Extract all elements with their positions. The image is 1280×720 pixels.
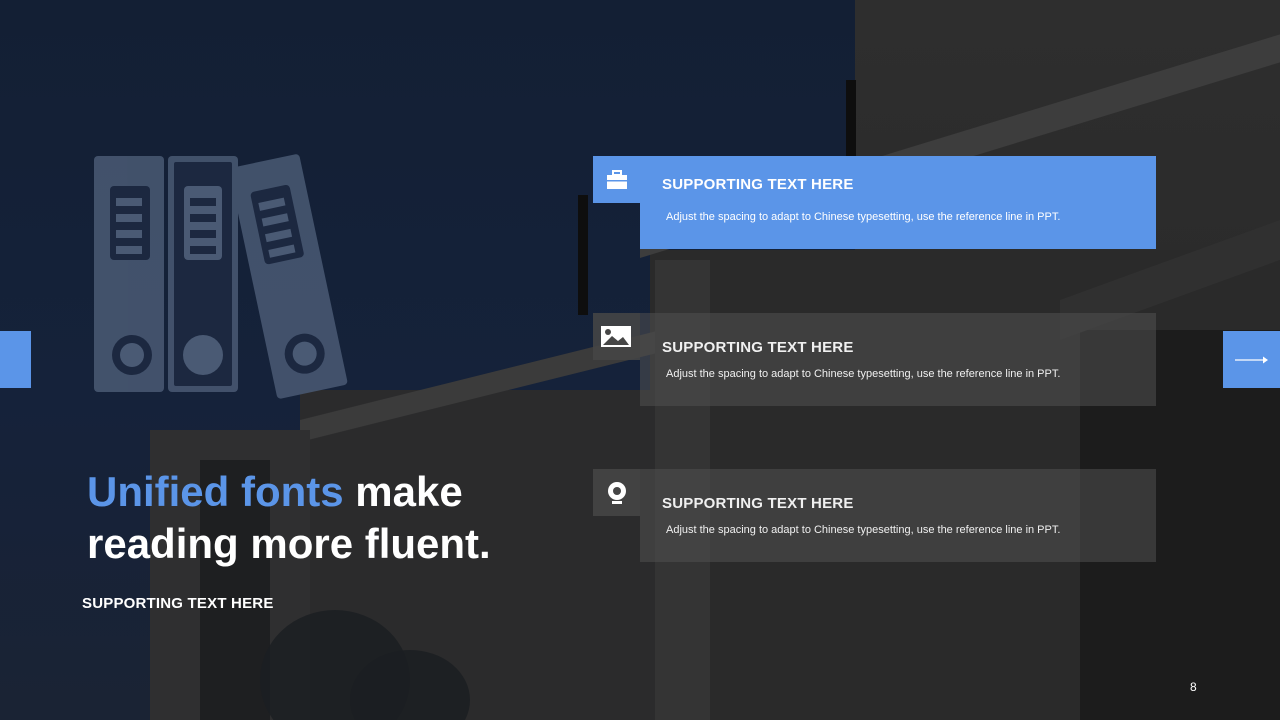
card-icon-box: [593, 469, 640, 516]
card-panel: [640, 156, 1156, 249]
next-slide-button[interactable]: [1223, 331, 1280, 388]
card-title: SUPPORTING TEXT HERE: [662, 339, 854, 356]
card-panel: [640, 313, 1156, 406]
binders-icon: [94, 154, 348, 399]
prev-slide-tab[interactable]: [0, 331, 31, 388]
page-number: 8: [1190, 680, 1197, 694]
heading-line1-rest: make: [343, 468, 463, 515]
card-description: Adjust the spacing to adapt to Chinese t…: [666, 524, 1061, 536]
feature-card-2[interactable]: SUPPORTING TEXT HERE Adjust the spacing …: [593, 313, 1156, 406]
feature-card-3[interactable]: SUPPORTING TEXT HERE Adjust the spacing …: [593, 469, 1156, 562]
heading-accent: Unified fonts: [87, 468, 344, 515]
briefcase-icon: [606, 169, 627, 189]
webcam-icon: [607, 481, 626, 504]
card-title: SUPPORTING TEXT HERE: [662, 495, 854, 512]
card-icon-box: [593, 156, 640, 203]
card-description: Adjust the spacing to adapt to Chinese t…: [666, 211, 1061, 223]
image-icon: [600, 325, 631, 347]
card-panel: [640, 469, 1156, 562]
card-icon-box: [593, 313, 640, 360]
card-title: SUPPORTING TEXT HERE: [662, 176, 854, 193]
feature-card-1[interactable]: SUPPORTING TEXT HERE Adjust the spacing …: [593, 156, 1156, 249]
slide-heading: Unified fonts make reading more fluent.: [87, 466, 491, 570]
heading-line2: reading more fluent.: [87, 520, 491, 567]
post: [578, 195, 588, 315]
supporting-text: SUPPORTING TEXT HERE: [82, 595, 274, 612]
card-description: Adjust the spacing to adapt to Chinese t…: [666, 368, 1061, 380]
arrow-right-icon: [1234, 356, 1268, 363]
